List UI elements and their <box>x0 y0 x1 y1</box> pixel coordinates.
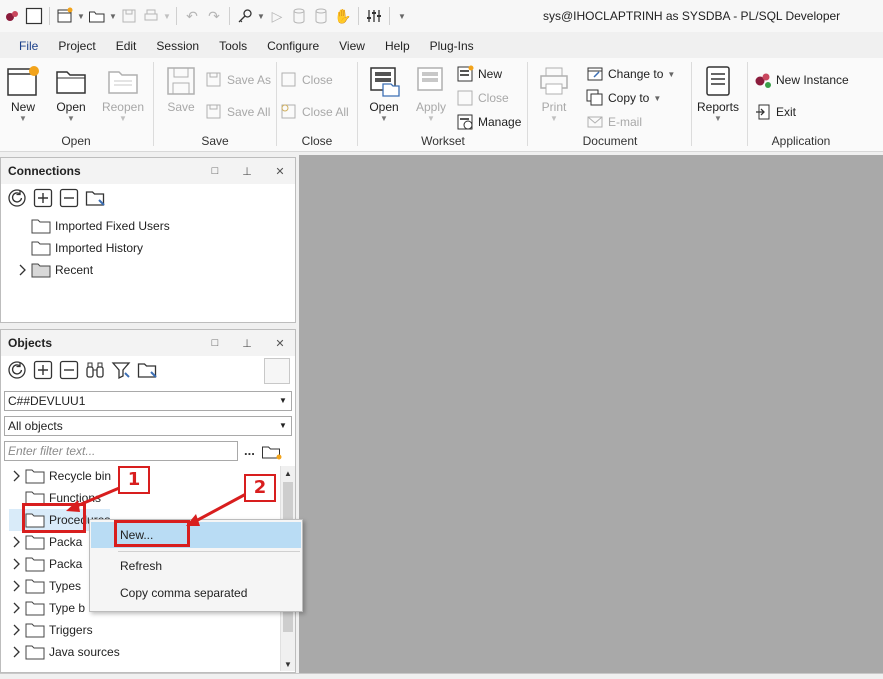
annotation-arrows <box>66 484 247 526</box>
annotation-number-2: 2 <box>244 474 276 502</box>
annotation-number-1: 1 <box>118 466 150 494</box>
